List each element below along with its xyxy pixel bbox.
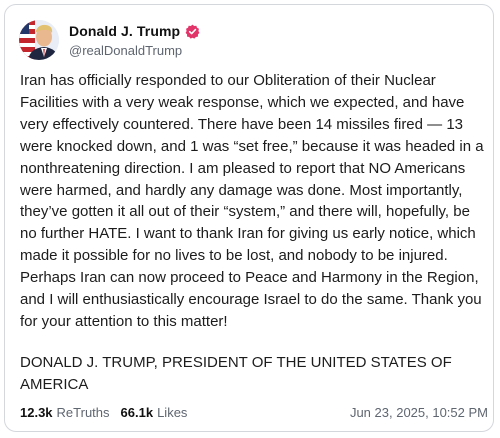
avatar-image [19,20,59,60]
post-card: Donald J. Trump @realDonaldTrump Iran ha… [4,4,494,432]
author-info: Donald J. Trump @realDonaldTrump [69,22,200,58]
likes-count[interactable]: 66.1k [121,405,154,420]
post-footer: 12.3k ReTruths 66.1k Likes Jun 23, 2025,… [20,403,488,421]
retruths-label[interactable]: ReTruths [57,405,110,420]
author-name-row: Donald J. Trump [69,22,200,40]
post-body: Iran has officially responded to our Obl… [20,72,484,330]
post-header: Donald J. Trump @realDonaldTrump [19,18,200,62]
author-handle[interactable]: @realDonaldTrump [69,43,200,58]
post-signature: DONALD J. TRUMP, PRESIDENT OF THE UNITED… [20,354,452,393]
post-timestamp[interactable]: Jun 23, 2025, 10:52 PM [350,405,488,420]
author-display-name[interactable]: Donald J. Trump [69,23,180,39]
likes-label[interactable]: Likes [157,405,187,420]
avatar[interactable] [19,20,59,60]
retruths-count[interactable]: 12.3k [20,405,53,420]
verified-badge-icon [185,24,200,39]
